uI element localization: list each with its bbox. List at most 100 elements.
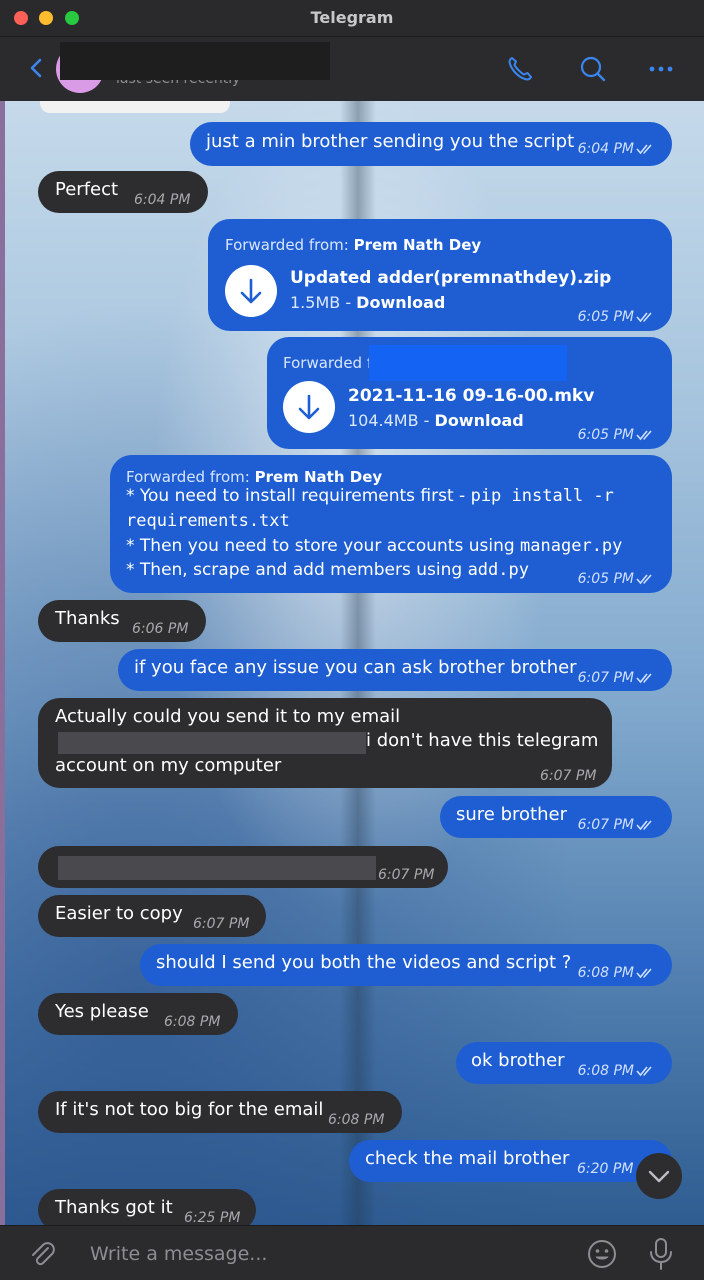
message-text: Thanks [55, 608, 120, 629]
line-text: * Then, scrape and add members using [126, 560, 468, 580]
download-button[interactable] [283, 381, 335, 433]
time-text: 6:07 PM [577, 817, 634, 833]
inline-code: pip install -r [470, 486, 614, 506]
file-name: Updated adder(premnathdey).zip [290, 268, 612, 288]
message-time: 6:08 PM [578, 961, 656, 985]
window-title: Telegram [310, 8, 394, 27]
time-text: 6:07 PM [577, 670, 634, 686]
forwarded-header: Forwarded from: Prem Nath Dey [225, 233, 481, 257]
double-check-icon [636, 673, 652, 684]
message-text: Yes please [55, 1001, 149, 1022]
phone-icon[interactable] [504, 53, 536, 85]
incoming-message[interactable]: Actually could you send it to my email i… [38, 698, 612, 788]
message-text: just a min brother sending you the scrip… [206, 131, 575, 152]
line-text: * Then you need to store your accounts u… [126, 536, 521, 556]
double-check-icon [636, 574, 652, 585]
time-text: 6:04 PM [577, 141, 634, 157]
time-text: 6:05 PM [577, 427, 634, 443]
time-text: 6:08 PM [577, 1063, 634, 1079]
redacted-email-link [58, 856, 376, 880]
incoming-message[interactable]: Yes please 6:08 PM [38, 993, 238, 1035]
chevron-left-icon[interactable] [24, 51, 48, 85]
forwarded-label: Forwarded f [283, 354, 373, 372]
window-edge [0, 101, 5, 1225]
message-line: account on my computer [55, 755, 282, 776]
inline-code: requirements.txt [126, 511, 290, 531]
incoming-message[interactable]: Thanks got it 6:25 PM [38, 1189, 256, 1225]
message-time: 6:07 PM [578, 813, 656, 837]
message-text: if you face any issue you can ask brothe… [134, 657, 577, 678]
message-input[interactable]: Write a message... [90, 1243, 267, 1265]
message-text: Easier to copy [55, 903, 183, 924]
message-line: * Then, scrape and add members using add… [126, 558, 529, 582]
incoming-message[interactable]: 6:07 PM [38, 846, 448, 888]
forwarded-file-message[interactable]: Forwarded f 2021-11-16 09-16-00.mkv 104.… [267, 337, 672, 449]
download-icon [298, 394, 320, 420]
double-check-icon [636, 430, 652, 441]
microphone-icon[interactable] [645, 1236, 677, 1272]
double-check-icon [636, 144, 652, 155]
time-text: 6:05 PM [577, 309, 634, 325]
outgoing-message[interactable]: ok brother 6:08 PM [456, 1042, 672, 1084]
incoming-message[interactable]: Perfect 6:04 PM [38, 171, 208, 213]
composer: Write a message... [0, 1225, 704, 1280]
file-size-text: 104.4MB - [348, 411, 435, 430]
search-icon[interactable] [577, 53, 609, 85]
outgoing-message[interactable]: sure brother 6:07 PM [440, 796, 672, 838]
inline-code: manager.py [520, 536, 623, 556]
forwarded-label: Forwarded from: [225, 236, 354, 254]
message-time: 6:07 PM [578, 666, 656, 690]
file-name: 2021-11-16 09-16-00.mkv [348, 386, 595, 406]
message-time: 6:08 PM [578, 1059, 656, 1083]
redacted-contact-name [60, 42, 330, 80]
more-icon[interactable] [645, 53, 677, 85]
chat-header: last seen recently [0, 37, 704, 101]
download-button[interactable] [225, 265, 277, 317]
message-line: Actually could you send it to my email [55, 706, 401, 727]
outgoing-message[interactable]: should I send you both the videos and sc… [140, 944, 672, 986]
forwarded-text-message[interactable]: Forwarded from: Prem Nath Dey * You need… [110, 455, 672, 593]
message-text: Perfect [55, 179, 119, 200]
forwarded-file-message[interactable]: Forwarded from: Prem Nath Dey Updated ad… [208, 219, 672, 331]
outgoing-message[interactable]: check the mail brother 6:20 PM [349, 1140, 672, 1182]
incoming-message[interactable]: Easier to copy 6:07 PM [38, 895, 266, 937]
message-line: * Then you need to store your accounts u… [126, 534, 622, 558]
message-time: 6:05 PM [578, 567, 656, 591]
inline-code: add.py [467, 560, 529, 580]
forwarded-name: Prem Nath Dey [353, 236, 482, 254]
message-time: 6:04 PM [578, 137, 656, 161]
chevron-down-icon [648, 1170, 670, 1183]
message-text: Thanks got it [55, 1197, 173, 1218]
message-line: i don't have this telegram [366, 730, 599, 751]
incoming-message[interactable]: If it's not too big for the email 6:08 P… [38, 1091, 402, 1133]
double-check-icon [636, 820, 652, 831]
outgoing-message[interactable]: if you face any issue you can ask brothe… [118, 649, 672, 691]
title-bar: Telegram [0, 0, 704, 37]
message-time: 6:25 PM [184, 1210, 241, 1225]
download-link[interactable]: Download [435, 411, 524, 430]
file-size-text: 1.5MB - [290, 293, 357, 312]
telegram-window: Telegram last seen recently just a min b… [0, 0, 704, 1280]
file-size: 104.4MB - Download [348, 409, 524, 433]
message-text: ok brother [471, 1050, 565, 1071]
message-text: If it's not too big for the email [55, 1099, 324, 1120]
message-time: 6:08 PM [328, 1112, 385, 1128]
incoming-message[interactable]: Thanks 6:06 PM [38, 600, 206, 642]
double-check-icon [636, 312, 652, 323]
download-icon [240, 278, 262, 304]
redacted-email [58, 732, 366, 754]
emoji-icon[interactable] [586, 1238, 618, 1270]
download-link[interactable]: Download [356, 293, 445, 312]
scroll-down-button[interactable] [636, 1153, 682, 1199]
paperclip-icon[interactable] [26, 1238, 58, 1270]
chat-area[interactable]: just a min brother sending you the scrip… [0, 101, 704, 1225]
previous-bubble-edge [40, 101, 230, 113]
message-time: 6:04 PM [134, 192, 191, 208]
message-time: 6:05 PM [578, 305, 656, 329]
message-time: 6:06 PM [132, 621, 189, 637]
time-text: 6:05 PM [577, 571, 634, 587]
outgoing-message[interactable]: just a min brother sending you the scrip… [190, 122, 672, 166]
double-check-icon [636, 1066, 652, 1077]
message-text: should I send you both the videos and sc… [156, 952, 572, 973]
message-time: 6:07 PM [540, 768, 597, 784]
